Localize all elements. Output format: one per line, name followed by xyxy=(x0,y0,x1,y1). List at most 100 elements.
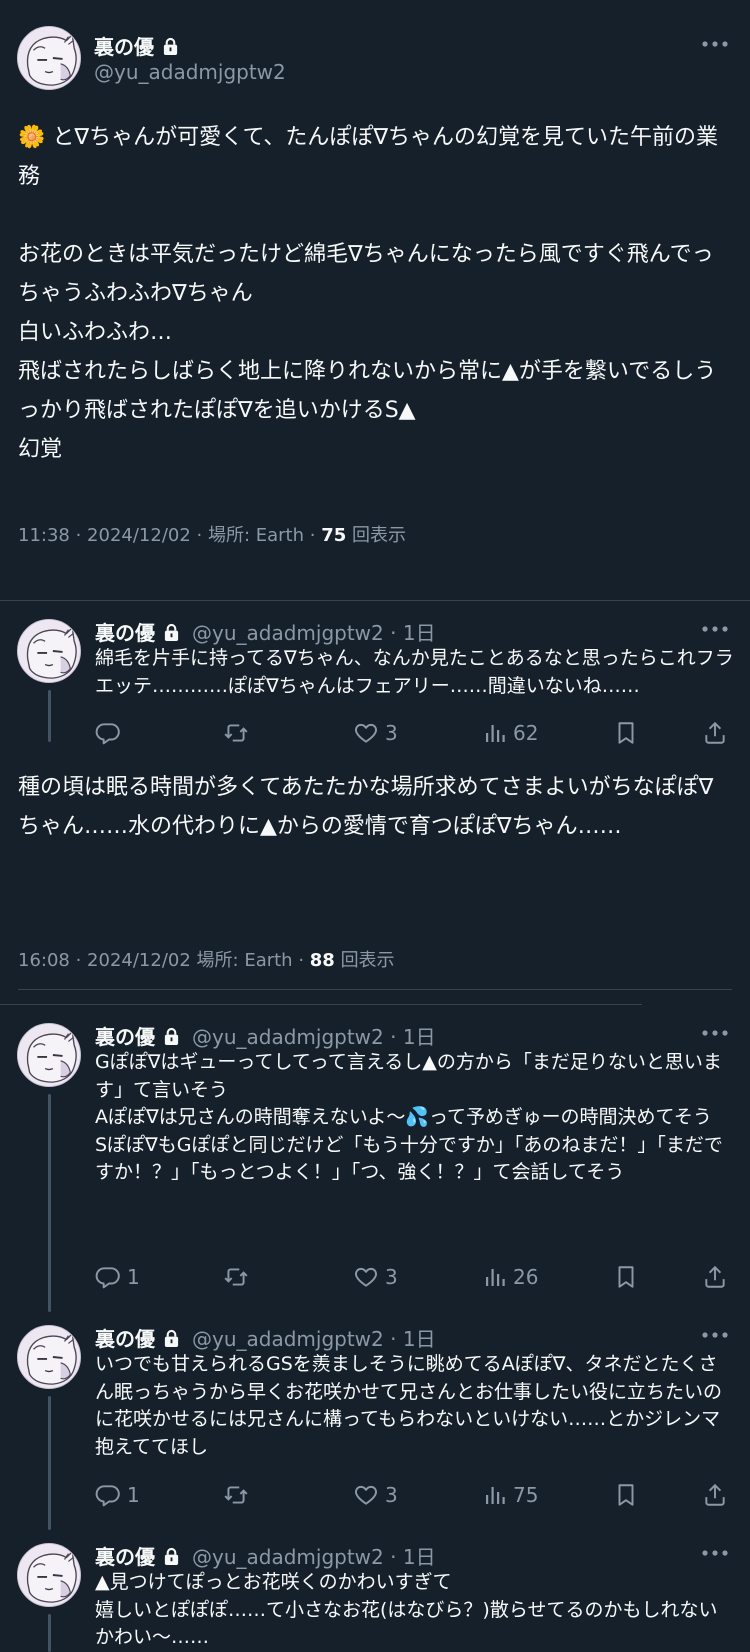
avatar[interactable] xyxy=(17,619,81,683)
thread-line xyxy=(48,1614,51,1652)
reply-text: いつでも甘えられるGSを羨ましそうに眺めてるAぽぽ∇、タネだとたくさん眠っちゃう… xyxy=(95,1353,723,1458)
lock-icon xyxy=(163,623,180,642)
retweet-icon xyxy=(223,720,249,746)
lock-icon xyxy=(163,1027,180,1046)
reply-text: 綿毛を片手に持ってる∇ちゃん、なんか見たことあるなと思ったらこれフラエッテ………… xyxy=(95,647,734,697)
reply-count: 1 xyxy=(127,1483,140,1507)
views-button[interactable]: 62 xyxy=(483,718,538,748)
bookmark-button[interactable] xyxy=(613,1480,639,1510)
reply-text: ▲見つけてぽっとお花咲くのかわいすぎて 嬉しいとぽぽぽ……て小さなお花(はなびら… xyxy=(95,1571,718,1648)
reply-display-name[interactable]: 裏の優 xyxy=(95,621,155,645)
reply-handle[interactable]: @yu_adadmjgptw2 xyxy=(192,1327,384,1351)
post-time[interactable]: 11:38 xyxy=(18,525,70,546)
lock-icon xyxy=(163,1547,180,1566)
thread-line xyxy=(48,1094,51,1312)
share-button[interactable] xyxy=(702,1262,728,1292)
reply-display-name[interactable]: 裏の優 xyxy=(95,1327,155,1351)
post-time[interactable]: 16:08 xyxy=(18,950,70,971)
reply-handle-line: @yu_adadmjgptw2 · 1日 xyxy=(192,617,436,646)
reply-handle-line: @yu_adadmjgptw2 · 1日 xyxy=(192,1541,436,1570)
post-date[interactable]: 2024/12/02 xyxy=(87,525,191,546)
views-button[interactable]: 75 xyxy=(483,1480,538,1510)
author-handle[interactable]: @yu_adadmjgptw2 xyxy=(94,60,286,84)
views-icon xyxy=(483,1483,507,1507)
post-meta: 11:38 · 2024/12/02 · 場所: Earth · 75 回表示 xyxy=(18,525,406,546)
action-bar: 1 3 26 xyxy=(95,1262,737,1292)
author-name[interactable]: 裏の優 xyxy=(94,31,179,60)
more-icon[interactable] xyxy=(700,39,730,49)
avatar[interactable] xyxy=(17,1023,81,1087)
like-button[interactable]: 3 xyxy=(353,1262,398,1292)
post-views-count: 88 xyxy=(309,950,335,971)
avatar[interactable] xyxy=(17,1325,81,1389)
like-button[interactable]: 3 xyxy=(353,718,398,748)
reply-author-name[interactable]: 裏の優 xyxy=(95,1021,180,1050)
reply-display-name[interactable]: 裏の優 xyxy=(95,1025,155,1049)
reply-author-name[interactable]: 裏の優 xyxy=(95,1541,180,1570)
more-icon[interactable] xyxy=(700,1028,730,1038)
reply-button[interactable]: 1 xyxy=(95,1480,140,1510)
post-location: 場所: Earth xyxy=(196,950,293,971)
retweet-button[interactable] xyxy=(223,1262,249,1292)
reply-handle-line: @yu_adadmjgptw2 · 1日 xyxy=(192,1323,436,1352)
divider xyxy=(18,989,732,990)
reply-age[interactable]: · 1日 xyxy=(390,1545,435,1569)
retweet-icon xyxy=(223,1264,249,1290)
reply-icon xyxy=(95,1482,121,1508)
bookmark-icon xyxy=(613,720,639,746)
like-icon xyxy=(353,1482,379,1508)
reply-age[interactable]: · 1日 xyxy=(390,621,435,645)
post-date[interactable]: 2024/12/02 xyxy=(87,950,191,971)
retweet-button[interactable] xyxy=(223,1480,249,1510)
share-icon xyxy=(702,1482,728,1508)
reply-text: Gぽぽ∇はギューってしてって言えるし▲の方から「まだ足りないと思います」て言いそ… xyxy=(95,1051,723,1183)
divider xyxy=(0,600,750,601)
thread-line xyxy=(48,690,51,742)
share-button[interactable] xyxy=(702,718,728,748)
views-button[interactable]: 26 xyxy=(483,1262,538,1292)
bookmark-button[interactable] xyxy=(613,1262,639,1292)
retweet-icon xyxy=(223,1482,249,1508)
second-post-text: 種の頃は眠る時間が多くてあたたかな場所求めてさまよいがちなぽぽ∇ちゃん……水の代… xyxy=(18,775,714,839)
more-icon[interactable] xyxy=(700,1330,730,1340)
action-bar: 1 3 75 xyxy=(95,1480,737,1510)
post-views-label: 回表示 xyxy=(352,525,406,546)
reply-author-name[interactable]: 裏の優 xyxy=(95,1323,180,1352)
reply-handle[interactable]: @yu_adadmjgptw2 xyxy=(192,1545,384,1569)
reply-button[interactable] xyxy=(95,718,127,748)
reply-handle[interactable]: @yu_adadmjgptw2 xyxy=(192,621,384,645)
reply-display-name[interactable]: 裏の優 xyxy=(95,1545,155,1569)
bookmark-icon xyxy=(613,1482,639,1508)
reply-count: 1 xyxy=(127,1265,140,1289)
second-post-meta: 16:08 · 2024/12/02 場所: Earth · 88 回表示 xyxy=(18,950,395,971)
bookmark-button[interactable] xyxy=(613,718,639,748)
avatar[interactable] xyxy=(17,26,81,90)
views-icon xyxy=(483,1265,507,1289)
reply-age[interactable]: · 1日 xyxy=(390,1327,435,1351)
like-icon xyxy=(353,720,379,746)
post-text: 🌼 と∇ちゃんが可愛くて、たんぽぽ∇ちゃんの幻覚を見ていた午前の業務 お花のとき… xyxy=(18,125,719,462)
more-icon[interactable] xyxy=(700,1548,730,1558)
views-count: 26 xyxy=(513,1265,539,1289)
retweet-button[interactable] xyxy=(223,718,249,748)
action-bar: 3 62 xyxy=(95,718,737,748)
reply-handle[interactable]: @yu_adadmjgptw2 xyxy=(192,1025,384,1049)
share-icon xyxy=(702,1264,728,1290)
post-views-label: 回表示 xyxy=(340,950,395,971)
reply-icon xyxy=(95,1264,121,1290)
avatar[interactable] xyxy=(17,1543,81,1607)
reply-button[interactable]: 1 xyxy=(95,1262,140,1292)
more-icon[interactable] xyxy=(700,624,730,634)
like-count: 3 xyxy=(385,1483,398,1507)
post-views-count: 75 xyxy=(321,525,347,546)
like-count: 3 xyxy=(385,1265,398,1289)
like-button[interactable]: 3 xyxy=(353,1480,398,1510)
share-icon xyxy=(702,720,728,746)
reply-author-name[interactable]: 裏の優 xyxy=(95,617,180,646)
share-button[interactable] xyxy=(702,1480,728,1510)
author-display-name[interactable]: 裏の優 xyxy=(94,35,154,59)
lock-icon xyxy=(163,1329,180,1348)
reply-age[interactable]: · 1日 xyxy=(390,1025,435,1049)
thread-line xyxy=(48,1396,51,1530)
bookmark-icon xyxy=(613,1264,639,1290)
